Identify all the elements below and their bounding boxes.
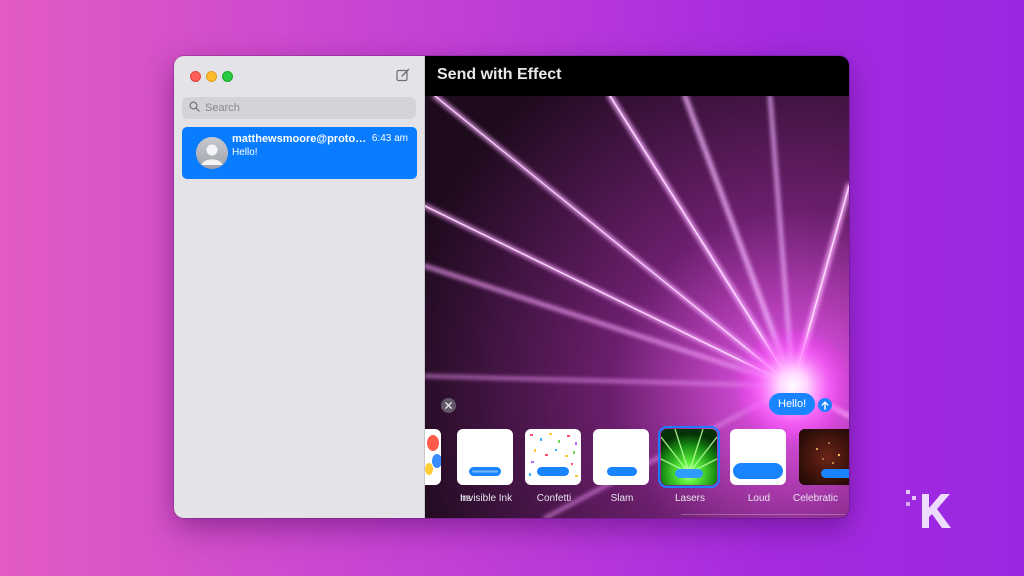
send-arrow-icon[interactable] [818, 398, 832, 412]
celebration-thumbnail [799, 429, 849, 485]
window-zoom-button[interactable] [222, 71, 233, 82]
invisible-ink-thumbnail [457, 429, 513, 485]
lasers-thumbnail [658, 426, 720, 488]
effect-loud[interactable]: Loud [730, 429, 788, 504]
effect-celebration[interactable]: Celebratic [793, 429, 849, 504]
sidebar: matthewsmoore@proton... 6:43 am Hello! [174, 56, 425, 518]
loud-thumbnail [730, 429, 786, 485]
search-field[interactable] [182, 97, 416, 119]
slam-thumbnail [593, 429, 649, 485]
window-close-button[interactable] [190, 71, 201, 82]
conversation-preview: Hello! [232, 147, 258, 158]
effect-slam[interactable]: Slam [593, 429, 651, 504]
message-bubble: Hello! [769, 393, 816, 415]
send-with-effect-pane: Send with Effect Hello! ns Invisible Ink… [425, 56, 849, 518]
search-input[interactable] [205, 102, 405, 114]
effect-lasers[interactable]: Lasers [658, 426, 720, 504]
effect-header: Send with Effect [425, 56, 849, 96]
page-title: Send with Effect [437, 66, 562, 83]
effect-balloons[interactable]: ns [425, 429, 471, 504]
divider [681, 514, 846, 515]
compose-icon[interactable] [396, 68, 410, 82]
effect-label-loud: Loud [747, 493, 771, 504]
conversation-name: matthewsmoore@proton... [232, 133, 367, 145]
close-icon[interactable] [441, 398, 456, 413]
balloons-thumbnail [425, 429, 441, 485]
messages-window: matthewsmoore@proton... 6:43 am Hello! S… [174, 56, 849, 518]
search-icon [189, 99, 200, 117]
avatar-icon [196, 137, 228, 169]
effect-label-celebration: Celebratic [793, 493, 839, 504]
window-minimize-button[interactable] [206, 71, 217, 82]
confetti-thumbnail [525, 429, 581, 485]
effect-picker: ns Invisible Ink Confetti Slam Lasers Lo… [425, 426, 849, 509]
brand-k-logo [904, 486, 960, 534]
effect-confetti[interactable]: Confetti [525, 429, 583, 504]
effect-invisible-ink[interactable]: Invisible Ink [457, 429, 515, 504]
conversation-row[interactable]: matthewsmoore@proton... 6:43 am Hello! [182, 127, 417, 179]
conversation-time: 6:43 am [371, 133, 408, 144]
